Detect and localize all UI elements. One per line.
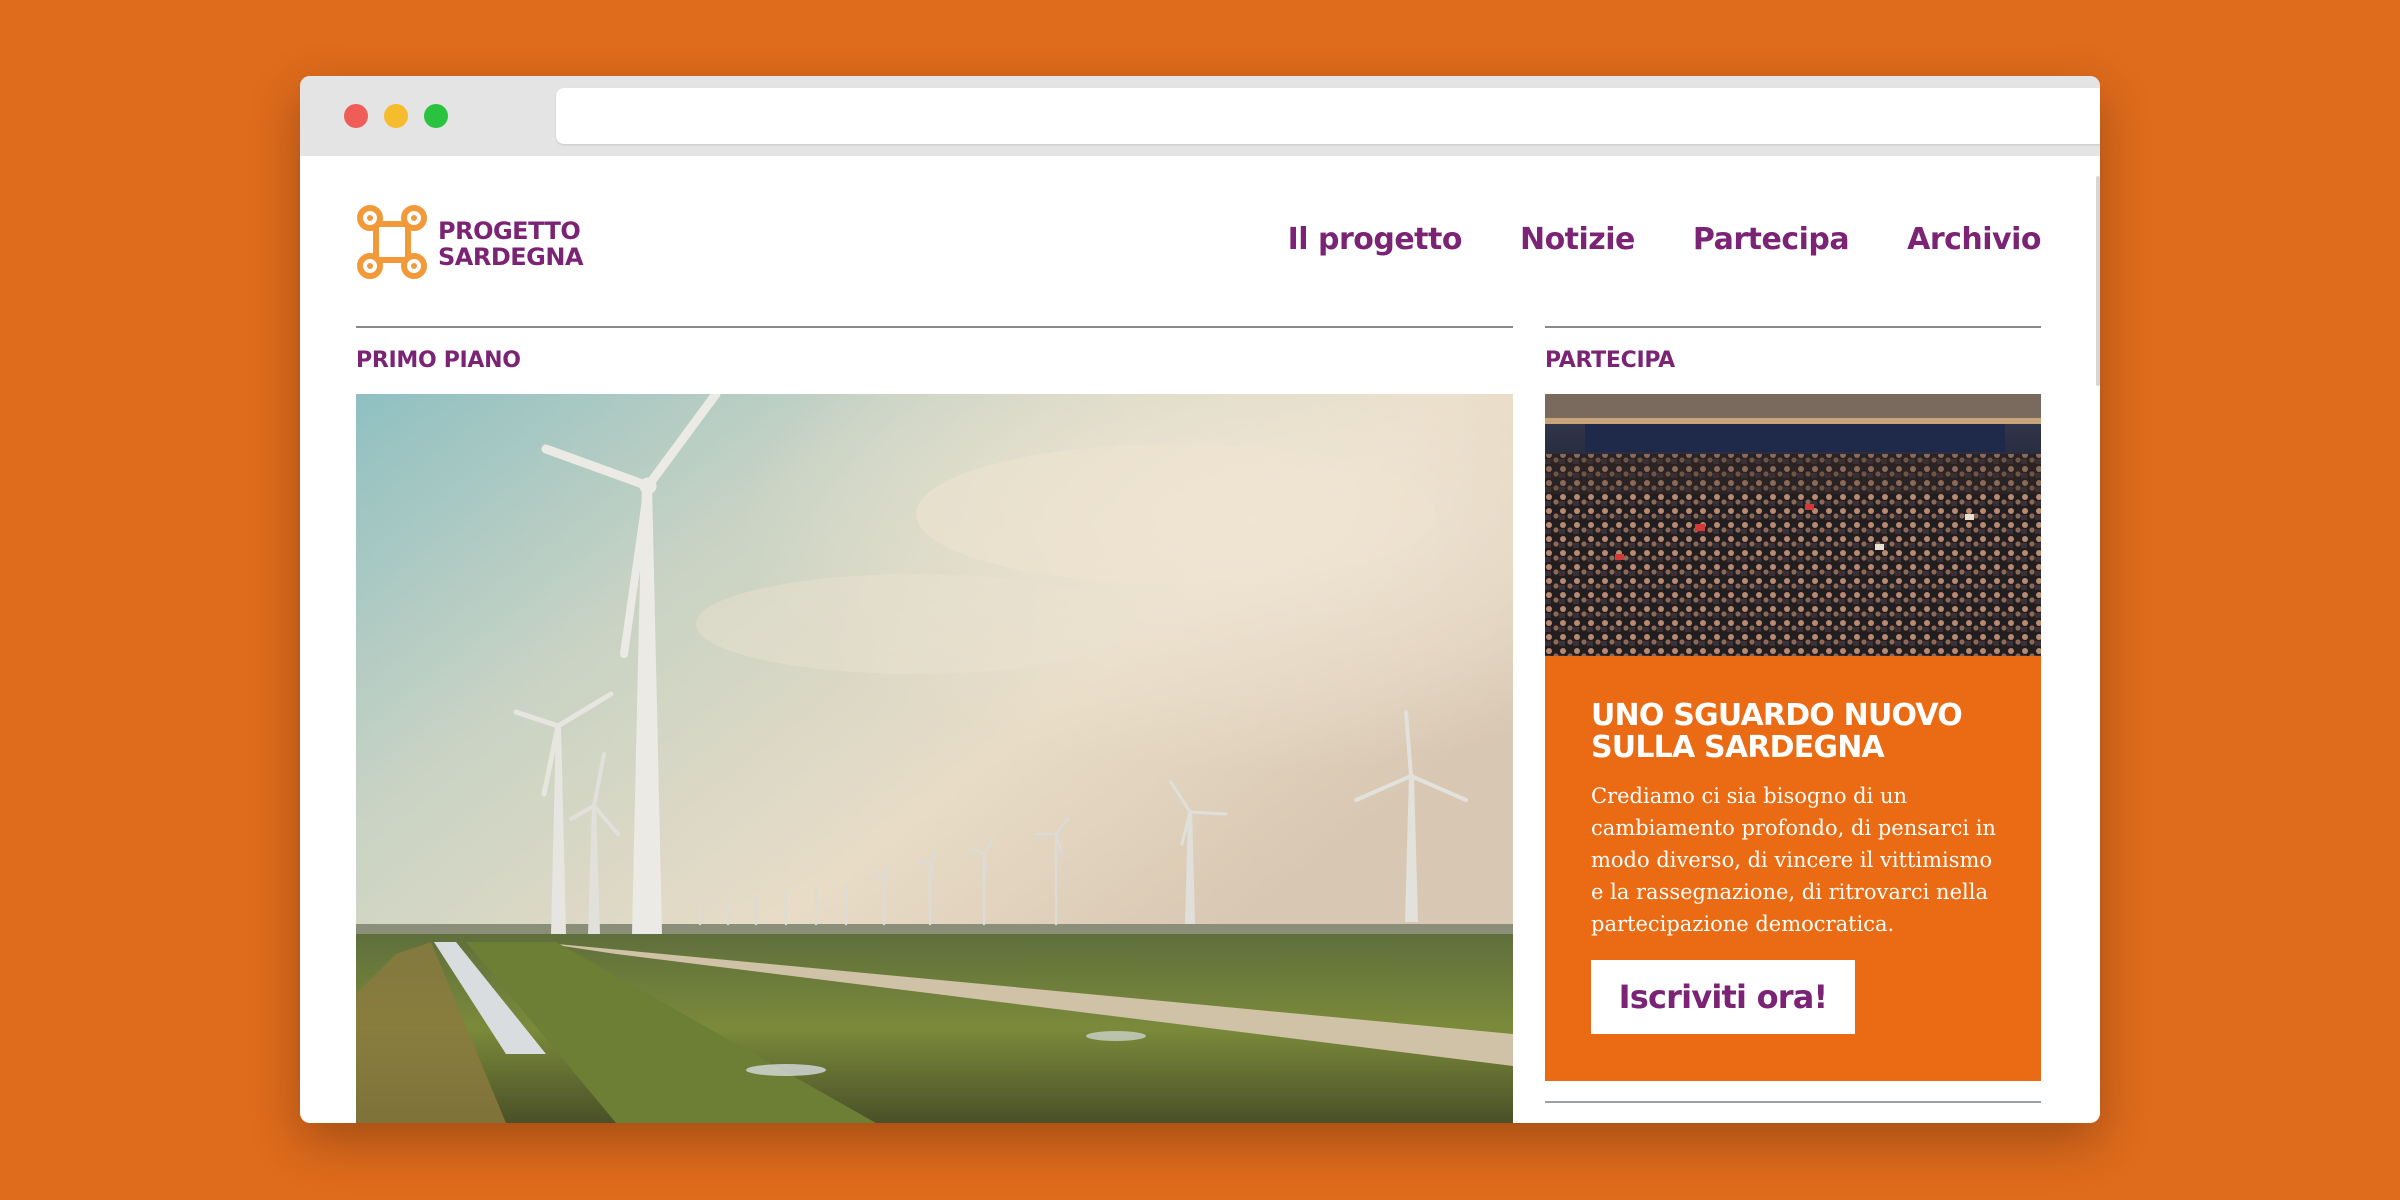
page-scrollbar[interactable] — [2096, 176, 2100, 386]
nav-item-notizie[interactable]: Notizie — [1520, 222, 1635, 257]
subscribe-button[interactable]: Iscriviti ora! — [1591, 960, 1855, 1034]
nav-item-archivio[interactable]: Archivio — [1907, 222, 2041, 257]
browser-chrome — [300, 76, 2100, 156]
card-title: UNO SGUARDO NUOVO SULLA SARDEGNA — [1591, 698, 1963, 765]
sidebar-bottom-divider — [1545, 1101, 2041, 1103]
nav-item-partecipa[interactable]: Partecipa — [1693, 222, 1850, 257]
address-bar[interactable] — [556, 88, 2100, 144]
sidebar-section-label: PARTECIPA — [1545, 348, 1675, 373]
crowd-auditorium-image — [1545, 394, 2041, 656]
wind-turbines-photo — [356, 394, 1513, 1123]
participate-photo[interactable] — [1545, 394, 2041, 656]
main-section-divider — [356, 326, 1513, 328]
nav-item-il-progetto[interactable]: Il progetto — [1288, 222, 1463, 257]
logo-line-2: SARDEGNA — [438, 243, 584, 271]
maximize-window-button[interactable] — [424, 104, 448, 128]
logo-mark-icon — [357, 205, 427, 279]
participate-card: UNO SGUARDO NUOVO SULLA SARDEGNA Crediam… — [1545, 656, 2041, 1081]
hero-image[interactable] — [356, 394, 1513, 1123]
main-section-label: PRIMO PIANO — [356, 348, 521, 373]
main-nav: Il progetto Notizie Partecipa Archivio — [1230, 222, 2042, 257]
logo-line-1: PROGETTO — [438, 217, 581, 245]
site-logo[interactable]: PROGETTO SARDEGNA — [356, 204, 596, 284]
card-body-text: Crediamo ci sia bisogno di un cambiament… — [1591, 784, 1996, 936]
close-window-button[interactable] — [344, 104, 368, 128]
browser-window: PROGETTO SARDEGNA Il progetto Notizie Pa… — [300, 76, 2100, 1123]
logo-wordmark: PROGETTO SARDEGNA — [438, 217, 584, 271]
sidebar-section-divider — [1545, 326, 2041, 328]
minimize-window-button[interactable] — [384, 104, 408, 128]
